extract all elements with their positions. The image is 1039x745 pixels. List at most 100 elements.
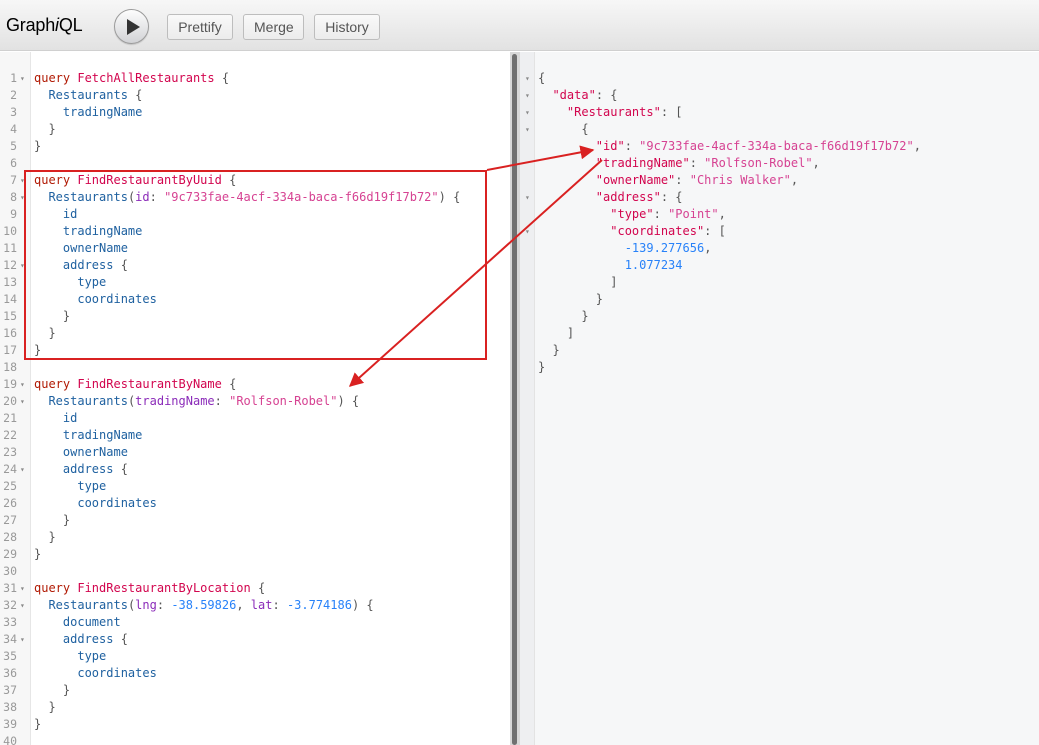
code-text: } xyxy=(34,700,56,714)
code-text: } xyxy=(538,360,546,374)
code-text: Restaurants(lng: -38.59826, lat: -3.7741… xyxy=(48,598,374,612)
code-text: "address": { xyxy=(595,190,683,204)
code-text: tradingName xyxy=(62,428,143,442)
fold-toggle-icon[interactable]: ▾ xyxy=(525,87,530,104)
line-number: 26 xyxy=(3,496,17,510)
code-text: } xyxy=(34,683,71,697)
fold-toggle-icon[interactable]: ▾ xyxy=(20,70,25,87)
code-text: } xyxy=(34,513,71,527)
code-text: "coordinates": [ xyxy=(610,224,726,238)
fold-toggle-icon[interactable]: ▾ xyxy=(20,393,25,410)
fold-toggle-icon[interactable]: ▾ xyxy=(20,461,25,478)
code-text: id xyxy=(62,411,78,425)
line-number: 9 xyxy=(10,207,17,221)
play-icon xyxy=(127,19,140,35)
fold-toggle-icon[interactable]: ▾ xyxy=(525,189,530,206)
code-text: ] xyxy=(538,326,575,340)
line-number: 27 xyxy=(3,513,17,527)
fold-toggle-icon[interactable]: ▾ xyxy=(525,223,530,240)
query-editor[interactable]: 1 ▾ query FetchAllRestaurants {2 Restauran… xyxy=(0,52,510,745)
code-text: 1.077234 xyxy=(624,258,683,272)
line-number: 2 xyxy=(10,88,17,102)
code-text: "ownerName": "Chris Walker", xyxy=(595,173,799,187)
line-number: 4 xyxy=(10,122,17,136)
line-number: 3 xyxy=(10,105,17,119)
line-number: 35 xyxy=(3,649,17,663)
code-text: Restaurants { xyxy=(48,88,143,102)
code-text: "tradingName": "Rolfson-Robel", xyxy=(595,156,820,170)
resize-handle[interactable] xyxy=(512,54,517,745)
line-number: 28 xyxy=(3,530,17,544)
line-number: 30 xyxy=(3,564,17,578)
result-gutter xyxy=(520,52,535,745)
line-number: 8 xyxy=(10,190,17,204)
highlight-box xyxy=(24,170,487,360)
execute-query-button[interactable] xyxy=(114,9,149,44)
fold-toggle-icon[interactable]: ▾ xyxy=(525,70,530,87)
history-button[interactable]: History xyxy=(314,14,380,40)
code-text: } xyxy=(538,309,589,323)
line-number: 21 xyxy=(3,411,17,425)
fold-toggle-icon[interactable]: ▾ xyxy=(20,376,25,393)
line-number: 34 xyxy=(3,632,17,646)
line-number: 1 xyxy=(10,71,17,85)
code-text: address { xyxy=(62,632,128,646)
line-number: 40 xyxy=(3,734,17,745)
line-number: 25 xyxy=(3,479,17,493)
code-text: { xyxy=(538,122,589,136)
line-number: 23 xyxy=(3,445,17,459)
code-text: coordinates xyxy=(77,496,157,510)
line-number: 33 xyxy=(3,615,17,629)
toolbar: GraphiQL Prettify Merge History xyxy=(0,0,1039,51)
code-text: address { xyxy=(62,462,128,476)
fold-toggle-icon[interactable]: ▾ xyxy=(20,597,25,614)
line-number: 38 xyxy=(3,700,17,714)
line-number: 20 xyxy=(3,394,17,408)
code-text: ] xyxy=(538,275,618,289)
fold-toggle-icon[interactable]: ▾ xyxy=(525,104,530,121)
line-number: 29 xyxy=(3,547,17,561)
code-text: -139.277656, xyxy=(624,241,712,255)
line-number: 12 xyxy=(3,258,17,272)
merge-button[interactable]: Merge xyxy=(243,14,304,40)
code-text: "id": "9c733fae-4acf-334a-baca-f66d19f17… xyxy=(595,139,921,153)
line-number: 5 xyxy=(10,139,17,153)
code-text: } xyxy=(34,547,42,561)
code-text: coordinates xyxy=(77,666,157,680)
code-text: } xyxy=(34,717,42,731)
code-text: } xyxy=(34,530,56,544)
code-text: "type": "Point", xyxy=(610,207,726,221)
line-number: 19 xyxy=(3,377,17,391)
line-number: 10 xyxy=(3,224,17,238)
line-number: 14 xyxy=(3,292,17,306)
code-text: query FetchAllRestaurants { xyxy=(34,71,230,85)
code-text: } xyxy=(538,343,560,357)
code-text: } xyxy=(34,122,56,136)
line-number: 16 xyxy=(3,326,17,340)
prettify-button[interactable]: Prettify xyxy=(167,14,233,40)
result-viewer: ▾ {▾ "data": {▾ "Restaurants": [▾ { "id":… xyxy=(520,52,1039,745)
fold-toggle-icon[interactable]: ▾ xyxy=(20,631,25,648)
code-text: tradingName xyxy=(62,105,143,119)
line-number: 7 xyxy=(10,173,17,187)
code-text: Restaurants(tradingName: "Rolfson-Robel"… xyxy=(48,394,360,408)
line-number: 22 xyxy=(3,428,17,442)
graphiql-logo: GraphiQL xyxy=(6,15,83,35)
line-number: 32 xyxy=(3,598,17,612)
code-text: { xyxy=(538,71,546,85)
code-text: type xyxy=(77,479,107,493)
line-number: 39 xyxy=(3,717,17,731)
code-text: document xyxy=(62,615,121,629)
line-number: 24 xyxy=(3,462,17,476)
line-number: 15 xyxy=(3,309,17,323)
line-number: 31 xyxy=(3,581,17,595)
line-number: 17 xyxy=(3,343,17,357)
code-text: type xyxy=(77,649,107,663)
line-number: 36 xyxy=(3,666,17,680)
line-number: 11 xyxy=(3,241,17,255)
code-text: query FindRestaurantByName { xyxy=(34,377,237,391)
pane-divider[interactable] xyxy=(510,52,520,745)
fold-toggle-icon[interactable]: ▾ xyxy=(525,121,530,138)
code-text: ownerName xyxy=(62,445,128,459)
fold-toggle-icon[interactable]: ▾ xyxy=(20,580,25,597)
